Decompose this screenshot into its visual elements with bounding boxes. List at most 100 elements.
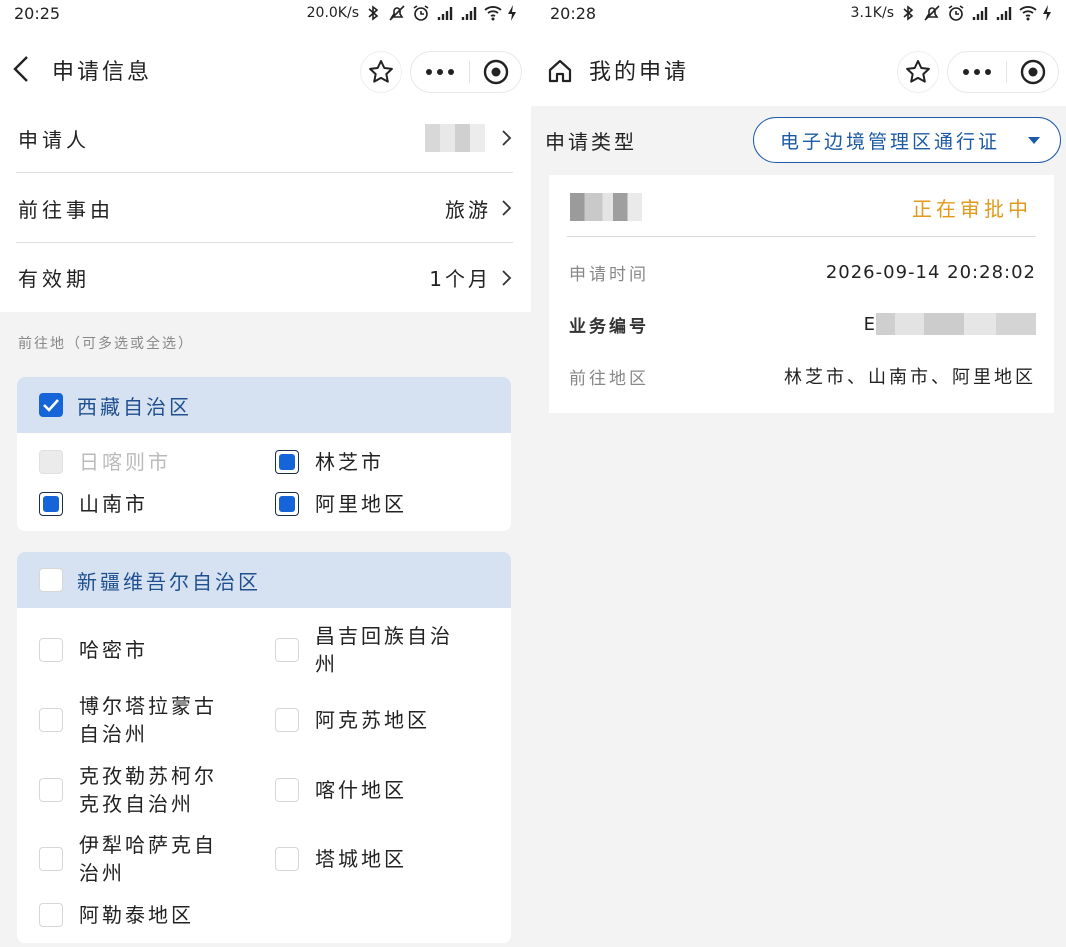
city-option[interactable]: 伊犁哈萨克自治州 [39, 831, 219, 887]
city-checkbox [275, 847, 299, 871]
region-checkbox-xinjiang[interactable] [39, 568, 63, 592]
checkmark-icon [43, 399, 59, 412]
signal-icon-2 [996, 7, 1012, 20]
city-option[interactable]: 喀什地区 [275, 776, 455, 804]
miniapp-capsule [410, 51, 522, 93]
city-checkbox [275, 638, 299, 662]
status-time: 20:28 [550, 4, 597, 23]
business-number-prefix: E [863, 313, 876, 335]
city-checkbox [275, 492, 299, 516]
application-type-label: 申请类型 [545, 130, 637, 154]
city-option[interactable]: 阿勒泰地区 [39, 901, 239, 929]
alarm-icon [413, 5, 429, 21]
city-checkbox [39, 638, 63, 662]
home-icon[interactable] [547, 58, 573, 84]
city-label: 阿勒泰地区 [79, 903, 194, 927]
star-icon [369, 60, 393, 83]
favorite-button[interactable] [360, 51, 402, 93]
signal-icon-2 [461, 7, 477, 20]
status-badge: 正在审批中 [912, 197, 1032, 221]
wifi-icon [484, 6, 502, 21]
network-speed: 20.0K/s [306, 5, 359, 21]
city-label: 喀什地区 [315, 778, 407, 802]
city-option[interactable]: 克孜勒苏柯尔克孜自治州 [39, 762, 219, 818]
apply-info-screen: 20:25 20.0K/s 申请信息 申请人 前往事由 旅游 有效期 1个月 前… [0, 0, 531, 947]
destination-value: 林芝市、山南市、阿里地区 [784, 367, 1036, 388]
city-checkbox [39, 450, 63, 474]
region-name: 新疆维吾尔自治区 [77, 569, 261, 594]
apply-time-row: 申请时间 2026-09-14 20:28:02 [569, 257, 1036, 287]
back-arrow-icon[interactable] [10, 54, 34, 84]
page-title: 申请信息 [52, 60, 153, 85]
close-miniapp-button[interactable] [470, 58, 521, 86]
city-option[interactable]: 林芝市 [275, 448, 384, 476]
city-checkbox [275, 778, 299, 802]
more-button[interactable] [411, 68, 469, 76]
applicant-row[interactable]: 申请人 [16, 104, 513, 173]
region-group-tibet: 西藏自治区 日喀则市 林芝市 山南市 阿里地区 [17, 377, 511, 531]
region-header-tibet[interactable]: 西藏自治区 [17, 377, 511, 433]
destination-row: 前往地区 林芝市、山南市、阿里地区 [569, 361, 1036, 391]
city-option[interactable]: 阿克苏地区 [275, 706, 455, 734]
city-checkbox [39, 847, 63, 871]
close-miniapp-button[interactable] [1007, 58, 1058, 86]
application-type-value: 电子边境管理区通行证 [780, 130, 1001, 153]
bluetooth-icon [368, 5, 379, 21]
city-label: 塔城地区 [315, 847, 407, 871]
city-label: 博尔塔拉蒙古自治州 [79, 694, 217, 746]
star-icon [906, 60, 930, 83]
city-option[interactable]: 博尔塔拉蒙古自治州 [39, 692, 219, 748]
status-bar: 20:25 20.0K/s [0, 0, 531, 30]
chevron-right-icon [502, 130, 512, 146]
more-dots-icon [426, 69, 454, 75]
network-speed: 3.1K/s [850, 5, 894, 21]
application-card[interactable]: 正在审批中 申请时间 2026-09-14 20:28:02 业务编号 E 前往… [549, 175, 1054, 413]
destination-label: 前往地区 [569, 368, 649, 389]
city-label: 阿里地区 [315, 492, 407, 516]
chevron-right-icon [502, 200, 512, 216]
wifi-icon [1019, 6, 1037, 21]
application-type-row: 申请类型 电子边境管理区通行证 [531, 106, 1066, 174]
mute-icon [389, 5, 405, 21]
validity-row[interactable]: 有效期 1个月 [16, 243, 513, 312]
city-label: 山南市 [79, 492, 148, 516]
status-time: 20:25 [14, 4, 61, 23]
region-header-xinjiang[interactable]: 新疆维吾尔自治区 [17, 552, 511, 608]
favorite-button[interactable] [897, 51, 939, 93]
region-checkbox-tibet[interactable] [39, 393, 63, 417]
city-option[interactable]: 哈密市 [39, 636, 219, 664]
dropdown-caret-icon [1028, 136, 1040, 144]
city-option[interactable]: 昌吉回族自治州 [275, 622, 455, 678]
target-icon [1020, 59, 1045, 85]
applicant-name-redacted [570, 193, 642, 221]
signal-icon [972, 7, 988, 20]
reason-value: 旅游 [445, 197, 491, 222]
my-applications-screen: 20:28 3.1K/s 我的申请 申请类型 电子边境管理区通行证 正在审批中 … [531, 0, 1066, 947]
status-bar: 20:28 3.1K/s [531, 0, 1066, 30]
city-option[interactable]: 塔城地区 [275, 845, 455, 873]
page-title: 我的申请 [589, 60, 690, 85]
signal-icon [437, 7, 453, 20]
mute-icon [924, 5, 940, 21]
city-label: 伊犁哈萨克自治州 [79, 833, 217, 885]
city-option[interactable]: 阿里地区 [275, 490, 407, 518]
more-dots-icon [963, 69, 991, 75]
apply-time-label: 申请时间 [569, 264, 649, 285]
apply-time-value: 2026-09-14 20:28:02 [825, 261, 1036, 283]
nav-bar: 我的申请 [531, 30, 1066, 106]
city-option[interactable]: 日喀则市 [39, 448, 171, 476]
reason-row[interactable]: 前往事由 旅游 [16, 174, 513, 243]
nav-bar: 申请信息 [0, 30, 531, 106]
applicant-label: 申请人 [18, 127, 90, 152]
miniapp-capsule [947, 51, 1059, 93]
region-name: 西藏自治区 [77, 394, 192, 419]
city-label: 昌吉回族自治州 [315, 624, 453, 676]
application-type-dropdown[interactable]: 电子边境管理区通行证 [753, 117, 1061, 163]
validity-value: 1个月 [429, 267, 491, 291]
bluetooth-icon [903, 5, 914, 21]
alarm-icon [948, 5, 964, 21]
more-button[interactable] [948, 68, 1006, 76]
card-header: 正在审批中 [567, 175, 1036, 237]
city-option[interactable]: 山南市 [39, 490, 148, 518]
form-section: 申请人 前往事由 旅游 有效期 1个月 [0, 104, 531, 312]
